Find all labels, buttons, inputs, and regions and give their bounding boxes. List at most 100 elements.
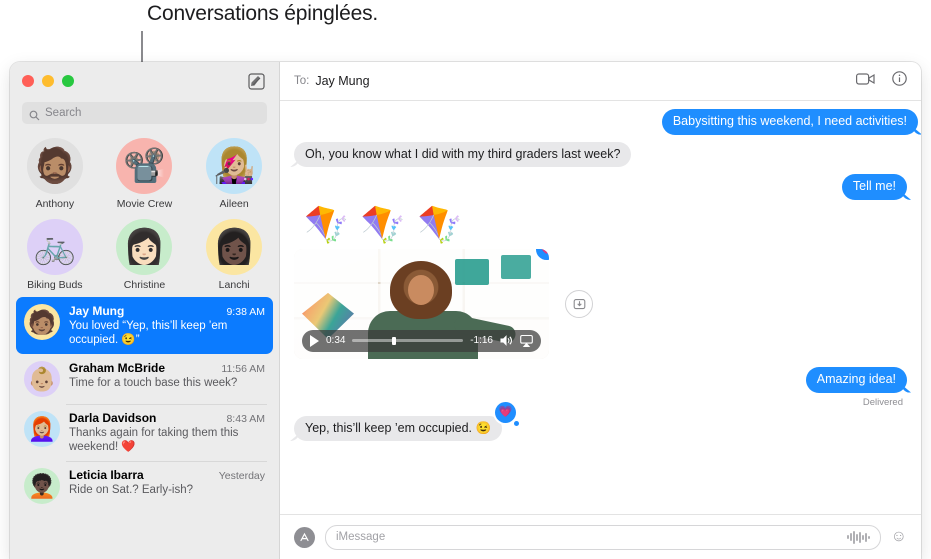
avatar: 📽️ xyxy=(116,138,173,194)
video-camera-icon[interactable] xyxy=(856,72,875,91)
message-row: Oh, you know what I did with my third gr… xyxy=(294,141,907,168)
media-message-row: 0:34 -1:16 💗 xyxy=(294,248,907,359)
sidebar: Search 🧔🏽 Anthony 📽️ Movie Crew 👩🏼‍🎤 Ail… xyxy=(10,62,280,559)
pinned-item-label: Christine xyxy=(123,279,166,291)
elapsed-time: 0:34 xyxy=(326,335,346,347)
video-scrubber[interactable] xyxy=(352,336,464,345)
message-bubble-outgoing[interactable]: Babysitting this weekend, I need activit… xyxy=(661,109,918,135)
message-row: Amazing idea! xyxy=(294,366,907,393)
message-input[interactable]: iMessage xyxy=(325,524,881,550)
close-button[interactable] xyxy=(22,75,34,87)
conversation-name: Leticia Ibarra xyxy=(69,468,144,483)
message-bubble-outgoing[interactable]: Amazing idea! xyxy=(805,366,907,393)
avatar: 👩🏼‍🎤 xyxy=(206,138,263,194)
search-container: Search xyxy=(10,102,279,124)
chat-header-actions xyxy=(856,71,907,91)
conversation-header: Leticia Ibarra Yesterday xyxy=(69,468,265,482)
conversation-row-graham-mcbride[interactable]: 👶🏼 Graham McBride 11:56 AM Time for a to… xyxy=(16,354,273,404)
message-bubble-incoming[interactable]: Oh, you know what I did with my third gr… xyxy=(294,141,632,168)
chat-pane: To: Jay Mung Babysitting this weekend, I… xyxy=(280,62,921,559)
audio-waveform-icon[interactable] xyxy=(847,530,870,544)
message-bubble-incoming[interactable]: Yep, this’ll keep ’em occupied. 😉 💗 xyxy=(294,401,520,442)
message-bubble-outgoing[interactable]: Tell me! xyxy=(841,174,907,200)
volume-icon[interactable] xyxy=(500,334,513,347)
avatar: 👶🏼 xyxy=(24,361,60,398)
conversation-header: Graham McBride 11:56 AM xyxy=(69,361,265,375)
window-controls xyxy=(22,75,74,87)
conversation-body: Leticia Ibarra Yesterday Ride on Sat.? E… xyxy=(69,468,265,504)
messages-window: Search 🧔🏽 Anthony 📽️ Movie Crew 👩🏼‍🎤 Ail… xyxy=(10,62,921,559)
recipient-name[interactable]: Jay Mung xyxy=(315,74,369,88)
pinned-item-label: Aileen xyxy=(219,198,249,210)
conversation-list: 🧑🏽 Jay Mung 9:38 AM You loved “Yep, this… xyxy=(10,297,279,559)
conversation-time: 9:38 AM xyxy=(226,306,265,318)
video-attachment[interactable]: 0:34 -1:16 💗 xyxy=(294,248,549,359)
save-download-icon[interactable] xyxy=(565,289,593,318)
conversation-row-leticia-ibarra[interactable]: 🧑🏿‍🦱 Leticia Ibarra Yesterday Ride on Sa… xyxy=(16,461,273,511)
conversation-row-darla-davidson[interactable]: 👩🏼‍🦰 Darla Davidson 8:43 AM Thanks again… xyxy=(16,404,273,461)
pinned-item-anthony[interactable]: 🧔🏽 Anthony xyxy=(10,138,100,210)
message-row: Yep, this’ll keep ’em occupied. 😉 💗 xyxy=(294,401,907,442)
conversation-row-jay-mung[interactable]: 🧑🏽 Jay Mung 9:38 AM You loved “Yep, this… xyxy=(16,297,273,355)
video-controls: 0:34 -1:16 xyxy=(302,329,541,352)
avatar: 🧑🏿‍🦱 xyxy=(24,468,60,505)
airplay-icon[interactable] xyxy=(520,334,533,348)
pinned-item-lanchi[interactable]: 👩🏿 Lanchi xyxy=(189,219,279,291)
callout-caption: Conversations épinglées. xyxy=(147,2,379,25)
conversation-name: Graham McBride xyxy=(69,361,166,376)
message-row: Tell me! xyxy=(294,174,907,200)
pinned-item-label: Lanchi xyxy=(218,279,250,291)
teal-box-decor xyxy=(455,258,489,285)
conversation-name: Darla Davidson xyxy=(69,411,157,426)
pinned-item-biking-buds[interactable]: 🚲 Biking Buds xyxy=(10,219,100,291)
tapback-heart[interactable]: 💗 xyxy=(495,401,520,426)
person-face-decor xyxy=(408,274,434,305)
info-circle-icon[interactable] xyxy=(892,71,907,91)
search-icon xyxy=(29,108,40,120)
teal-box-decor-2 xyxy=(501,254,531,279)
kite-emoji-message[interactable]: 🪁🪁🪁 xyxy=(304,206,907,243)
pinned-item-aileen[interactable]: 👩🏼‍🎤 Aileen xyxy=(189,138,279,210)
to-label: To: xyxy=(294,75,310,87)
avatar: 👩🏼‍🦰 xyxy=(24,411,60,448)
minimize-button[interactable] xyxy=(42,75,54,87)
conversation-preview: Thanks again for taking them this weeken… xyxy=(69,427,239,454)
conversation-time: 11:56 AM xyxy=(221,363,265,376)
pinned-item-christine[interactable]: 👩🏻 Christine xyxy=(100,219,190,291)
message-text: Yep, this’ll keep ’em occupied. 😉 xyxy=(305,420,492,435)
delivery-status: Delivered xyxy=(862,396,903,408)
avatar: 👩🏻 xyxy=(116,219,173,275)
emoji-smiley-icon[interactable]: ☺ xyxy=(891,529,907,545)
conversation-preview: You loved “Yep, this’ll keep ’em occupie… xyxy=(69,320,228,347)
search-input[interactable]: Search xyxy=(22,102,267,124)
scrubber-knob[interactable] xyxy=(392,336,397,345)
search-placeholder: Search xyxy=(45,107,82,119)
conversation-header: Darla Davidson 8:43 AM xyxy=(69,411,265,425)
remaining-time: -1:16 xyxy=(470,335,493,347)
message-row: Babysitting this weekend, I need activit… xyxy=(294,109,918,135)
conversation-body: Darla Davidson 8:43 AM Thanks again for … xyxy=(69,411,265,454)
avatar: 🧑🏽 xyxy=(24,304,60,340)
chat-header: To: Jay Mung xyxy=(280,62,921,101)
avatar: 👩🏿 xyxy=(206,219,263,275)
conversation-header: Jay Mung 9:38 AM xyxy=(69,304,265,318)
message-thread: Babysitting this weekend, I need activit… xyxy=(280,101,921,514)
pinned-item-movie-crew[interactable]: 📽️ Movie Crew xyxy=(100,138,190,210)
pinned-item-label: Anthony xyxy=(35,198,75,210)
conversation-time: Yesterday xyxy=(218,470,265,483)
avatar: 🚲 xyxy=(26,219,83,275)
compose-bar: iMessage ☺ xyxy=(280,514,921,559)
avatar: 🧔🏽 xyxy=(26,138,83,194)
conversation-preview: Ride on Sat.? Early-ish? xyxy=(69,484,194,497)
conversation-body: Graham McBride 11:56 AM Time for a touch… xyxy=(69,361,265,397)
pinned-item-label: Movie Crew xyxy=(116,198,173,210)
conversation-time: 8:43 AM xyxy=(226,413,265,426)
conversation-name: Jay Mung xyxy=(69,304,125,318)
app-store-icon[interactable] xyxy=(294,526,315,548)
zoom-button[interactable] xyxy=(62,75,74,87)
compose-icon[interactable] xyxy=(248,73,265,90)
pinned-item-label: Biking Buds xyxy=(27,279,83,291)
sidebar-titlebar xyxy=(10,62,279,102)
pinned-conversations: 🧔🏽 Anthony 📽️ Movie Crew 👩🏼‍🎤 Aileen 🚲 B… xyxy=(10,124,279,297)
play-icon[interactable] xyxy=(310,334,319,347)
